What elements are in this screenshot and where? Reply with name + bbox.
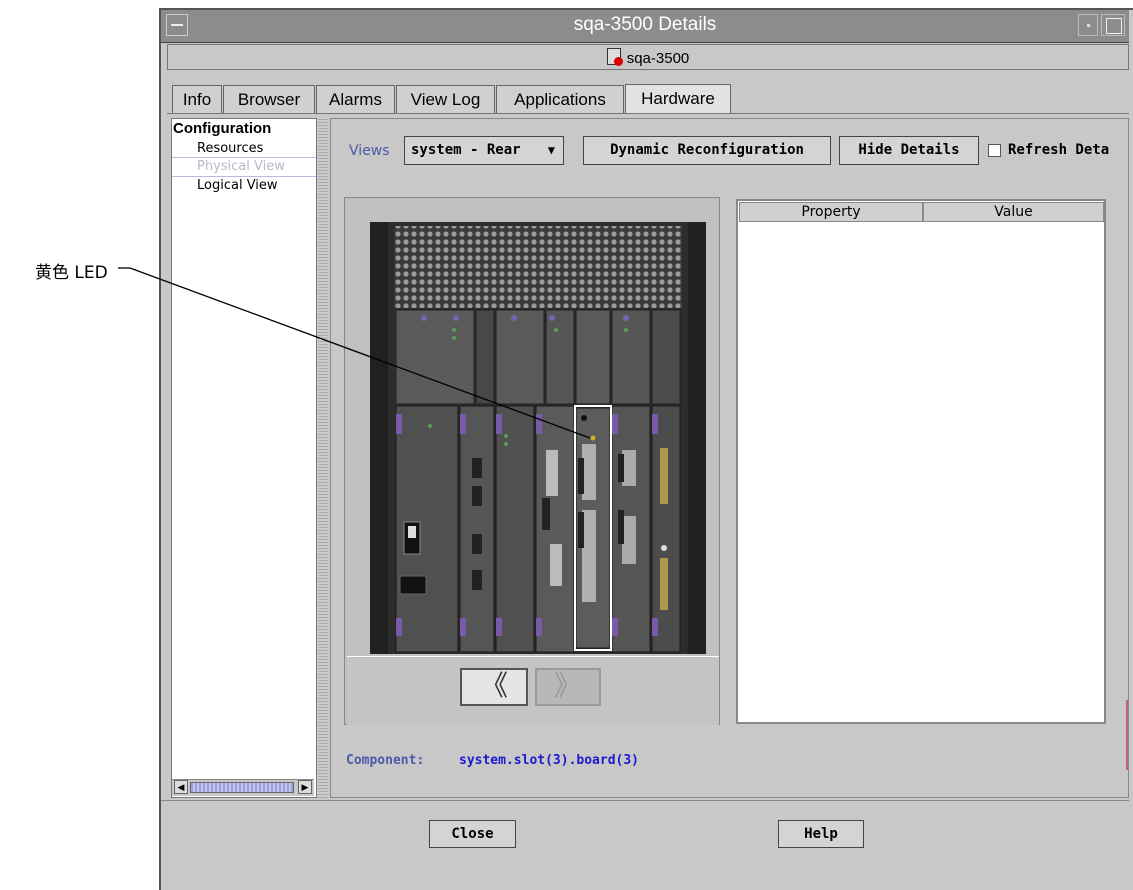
callout-leader-line [118, 267, 591, 439]
